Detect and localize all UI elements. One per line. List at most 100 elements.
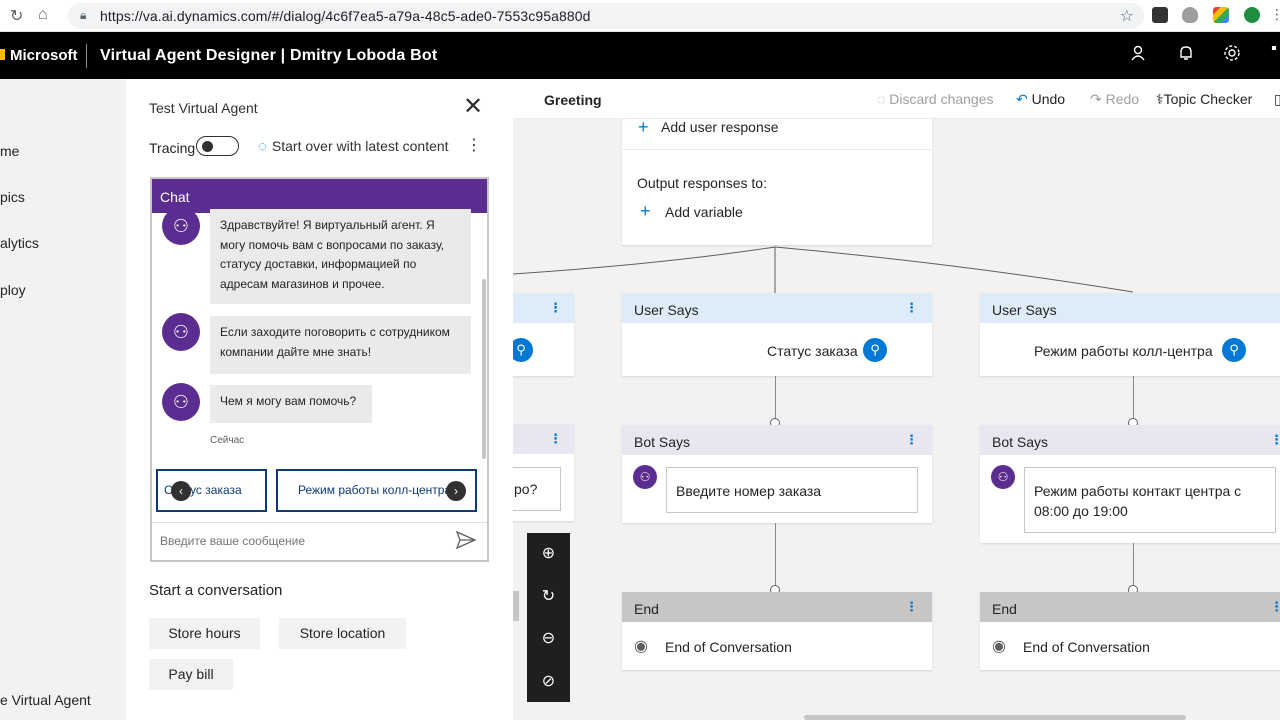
user-avatar-icon: ⚲ [513,338,533,362]
zoom-in-icon[interactable]: ⊕ [527,543,570,563]
end-header: End [622,592,932,622]
bot-message-box[interactable]: Режим работы контакт центра с 08:00 до 1… [1024,467,1276,533]
card-more-icon[interactable]: ⋮ [905,432,918,448]
bot-says-card-partial: ⋮ ро? [513,424,574,521]
quick-topic-store-location[interactable]: Store location [279,618,406,649]
chat-message: Здравствуйте! Я виртуальный агент. Я мог… [210,209,471,304]
fit-to-screen-icon[interactable]: ⊘ [527,671,570,691]
question-node-card: + Add user response Output responses to:… [622,115,932,245]
card-more-icon[interactable]: ⋮ [549,431,562,447]
end-of-conversation-label: End of Conversation [1023,639,1150,655]
broadcast-icon: ◉ [992,638,1006,655]
browser-menu-icon[interactable]: ⋮ [1270,6,1280,23]
user-says-card-partial: ⋮ ⚲ [513,293,574,376]
message-timestamp: Сейчас [210,435,245,446]
nav-item-test-virtual-agent[interactable]: e Virtual Agent [0,692,91,708]
more-options-icon[interactable]: ⋮ [466,135,482,155]
browser-toolbar: ↻ ⌂ 🔒︎ https://va.ai.dynamics.com/#/dial… [0,0,1280,32]
connector-line [1133,543,1134,590]
home-icon[interactable]: ⌂ [38,6,48,24]
reload-icon[interactable]: ↻ [10,6,23,26]
zoom-out-icon[interactable]: ⊖ [527,628,570,648]
redo-label: Redo [1105,91,1140,107]
zoom-controls: ⊕ ↻ ⊖ ⊘ [527,533,570,702]
connector-line [1133,376,1134,422]
user-avatar-icon: ⚲ [1222,338,1246,362]
card-more-icon[interactable]: ⋮ [1270,599,1280,615]
nav-item-deploy[interactable]: ploy [0,282,26,298]
chat-scrollbar[interactable] [482,279,486,459]
start-over-label: Start over with latest content [271,138,449,154]
add-icon: + [638,117,649,137]
start-over-button[interactable]: ◌ Start over with latest content [258,138,449,155]
shield-extension-icon[interactable] [1182,7,1198,23]
left-navigation: me pics alytics ploy e Virtual Agent [0,79,126,720]
bot-says-card[interactable]: Bot Says ⋮ ⚇ Режим работы контакт центра… [980,425,1280,543]
quick-topic-store-hours[interactable]: Store hours [149,618,260,649]
nav-item-analytics[interactable]: alytics [0,235,39,251]
discard-changes-button[interactable]: ◌ Discard changes [877,91,994,107]
card-more-icon[interactable]: ⋮ [549,300,562,316]
tracing-label: Tracing [149,140,196,156]
quick-topic-pay-bill[interactable]: Pay bill [149,659,233,690]
undo-label: Undo [1031,91,1066,107]
chat-input-row [152,522,487,560]
discard-icon: ◌ [877,91,890,107]
user-share-icon[interactable] [1129,44,1147,67]
nav-item-home[interactable]: me [0,143,19,159]
bot-says-card[interactable]: Bot Says ⋮ ⚇ Введите номер заказа [622,425,932,523]
suggested-action-label: Режим работы колл-центра [298,483,452,497]
microsoft-logo-icon [0,49,5,60]
bot-message-box[interactable]: Введите номер заказа [666,467,918,513]
carousel-prev-icon[interactable]: ‹ [171,481,191,501]
add-variable-button[interactable]: Add variable [665,204,743,220]
redo-button[interactable]: ↷ Redo [1090,91,1139,108]
nav-item-topics[interactable]: pics [0,189,25,205]
topic-checker-label: Topic Checker [1163,91,1253,107]
undo-button[interactable]: ↶ Undo [1016,91,1065,108]
test-virtual-agent-panel: Test Virtual Agent ✕ Tracing ◌ Start over… [126,79,513,720]
end-of-conversation-label: End of Conversation [665,639,792,655]
bookmark-star-icon[interactable]: ☆ [1120,6,1134,26]
end-card[interactable]: End ⋮ ◉ End of Conversation [980,592,1280,670]
topic-name: Greeting [544,92,602,108]
scrollbar-up-icon[interactable]: ▪ [1271,40,1277,58]
user-utterance: Режим работы колл-центра [1034,343,1213,359]
bot-icon: ⚇ [991,465,1015,489]
horizontal-scrollbar[interactable] [804,715,1186,720]
app-title: Virtual Agent Designer | Dmitry Loboda B… [100,47,438,64]
end-card[interactable]: End ⋮ ◉ End of Conversation [622,592,932,670]
bot-says-header: ⋮ [513,424,574,454]
card-more-icon[interactable]: ⋮ [905,599,918,615]
reset-view-icon[interactable]: ↻ [527,586,570,606]
lock-icon: 🔒︎ [80,8,87,22]
brand-name: Microsoft [10,47,78,64]
header-divider [86,44,87,68]
notification-bell-icon[interactable] [1177,44,1195,67]
user-says-card[interactable]: User Says ⋮ Статус заказа ⚲ [622,293,932,376]
chat-message-input[interactable] [160,534,440,548]
tracing-toggle[interactable] [196,136,239,156]
carousel-next-icon[interactable]: › [446,481,466,501]
end-header: End [980,592,1280,622]
redo-icon: ↷ [1090,91,1106,107]
url-text: https://va.ai.dynamics.com/#/dialog/4c6f… [100,8,591,24]
toggle-knob [202,140,213,152]
add-user-response-button[interactable]: Add user response [661,119,779,135]
broadcast-icon: ◉ [634,638,648,655]
bot-message-box-partial[interactable]: ро? [513,467,561,511]
user-says-card[interactable]: User Says Режим работы колл-центра ⚲ [980,293,1280,376]
address-bar[interactable]: 🔒︎ https://va.ai.dynamics.com/#/dialog/4… [68,3,1144,29]
overflow-icon[interactable]: ▯ [1274,91,1280,108]
user-says-header: ⋮ [513,293,574,323]
settings-gear-icon[interactable] [1223,44,1241,67]
extension-icon[interactable] [1213,7,1229,23]
extension-icon[interactable] [1152,7,1168,23]
card-more-icon[interactable]: ⋮ [1270,432,1280,448]
topic-checker-icon: ⚕︎ [1156,91,1164,107]
topic-checker-button[interactable]: ⚕︎Topic Checker [1156,91,1252,108]
extension-icon[interactable] [1244,7,1260,23]
close-icon[interactable]: ✕ [463,95,483,119]
send-icon[interactable] [455,530,477,556]
card-more-icon[interactable]: ⋮ [905,300,918,316]
